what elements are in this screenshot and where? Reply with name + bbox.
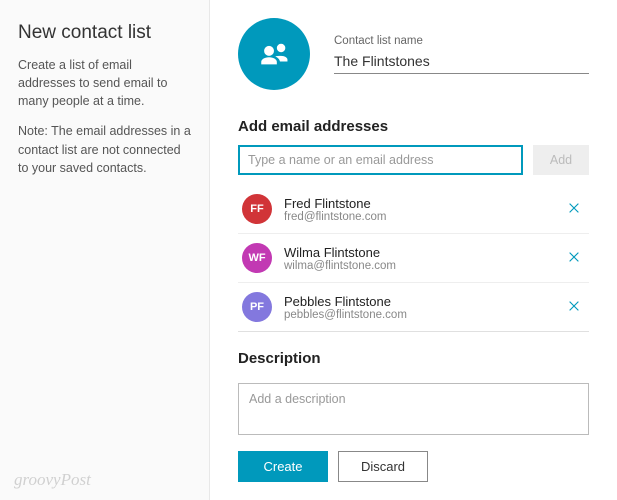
contact-email: wilma@flintstone.com bbox=[284, 260, 563, 272]
description-heading: Description bbox=[238, 350, 589, 367]
contact-initials: PF bbox=[242, 292, 272, 322]
help-text-1: Create a list of email addresses to send… bbox=[18, 56, 191, 110]
contact-row: PF Pebbles Flintstonepebbles@flintstone.c… bbox=[238, 283, 589, 332]
close-icon bbox=[567, 299, 581, 316]
contact-row: FF Fred Flintstonefred@flintstone.com bbox=[238, 185, 589, 234]
email-address-input[interactable] bbox=[238, 145, 523, 175]
contact-info: Wilma Flintstonewilma@flintstone.com bbox=[284, 245, 563, 272]
form-panel: Contact list name Add email addresses Ad… bbox=[210, 0, 617, 500]
help-text-2: Note: The email addresses in a contact l… bbox=[18, 122, 191, 176]
remove-contact-button[interactable] bbox=[563, 246, 585, 271]
contact-row: WF Wilma Flintstonewilma@flintstone.com bbox=[238, 234, 589, 283]
discard-button[interactable]: Discard bbox=[338, 451, 428, 482]
people-icon bbox=[257, 36, 291, 73]
name-field-label: Contact list name bbox=[334, 35, 589, 47]
description-input[interactable] bbox=[238, 383, 589, 435]
page-title: New contact list bbox=[18, 22, 191, 44]
add-email-heading: Add email addresses bbox=[238, 118, 589, 135]
contact-email: pebbles@flintstone.com bbox=[284, 309, 563, 321]
contact-list: FF Fred Flintstonefred@flintstone.com WF Wi… bbox=[238, 185, 589, 332]
close-icon bbox=[567, 250, 581, 267]
remove-contact-button[interactable] bbox=[563, 295, 585, 320]
contact-initials: FF bbox=[242, 194, 272, 224]
create-button[interactable]: Create bbox=[238, 451, 328, 482]
close-icon bbox=[567, 201, 581, 218]
add-button[interactable]: Add bbox=[533, 145, 589, 175]
contact-initials: WF bbox=[242, 243, 272, 273]
contact-name: Fred Flintstone bbox=[284, 196, 563, 211]
contact-list-name-input[interactable] bbox=[334, 49, 589, 74]
contact-email: fred@flintstone.com bbox=[284, 211, 563, 223]
contact-info: Fred Flintstonefred@flintstone.com bbox=[284, 196, 563, 223]
contact-list-avatar bbox=[238, 18, 310, 90]
contact-info: Pebbles Flintstonepebbles@flintstone.com bbox=[284, 294, 563, 321]
contact-name: Pebbles Flintstone bbox=[284, 294, 563, 309]
remove-contact-button[interactable] bbox=[563, 197, 585, 222]
contact-name: Wilma Flintstone bbox=[284, 245, 563, 260]
info-panel: New contact list Create a list of email … bbox=[0, 0, 210, 500]
